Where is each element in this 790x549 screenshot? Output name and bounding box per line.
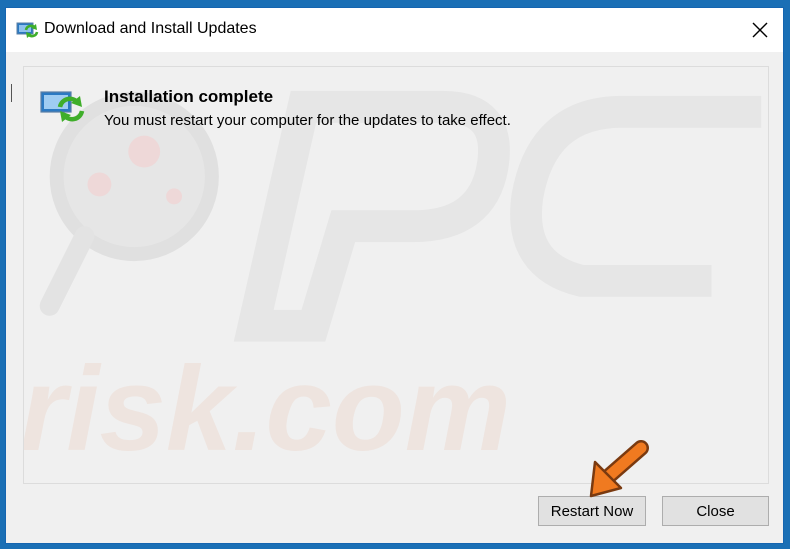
close-window-button[interactable] (737, 8, 783, 52)
restart-now-button[interactable]: Restart Now (538, 496, 646, 526)
watermark-logo: risk.com (24, 90, 762, 476)
close-button[interactable]: Close (662, 496, 769, 526)
windows-update-icon (40, 91, 85, 122)
status-heading: Installation complete (104, 87, 274, 106)
text-caret (11, 84, 12, 102)
window-title: Download and Install Updates (44, 20, 257, 37)
close-icon (752, 22, 768, 38)
windows-update-icon (16, 22, 39, 38)
title-bar: Download and Install Updates (6, 8, 783, 52)
update-dialog-window: Download and Install Updates risk.com In… (5, 7, 784, 544)
status-message: You must restart your computer for the u… (104, 112, 511, 129)
orange-arrow-pointer (589, 440, 649, 498)
watermark-text: risk.com (24, 343, 511, 476)
